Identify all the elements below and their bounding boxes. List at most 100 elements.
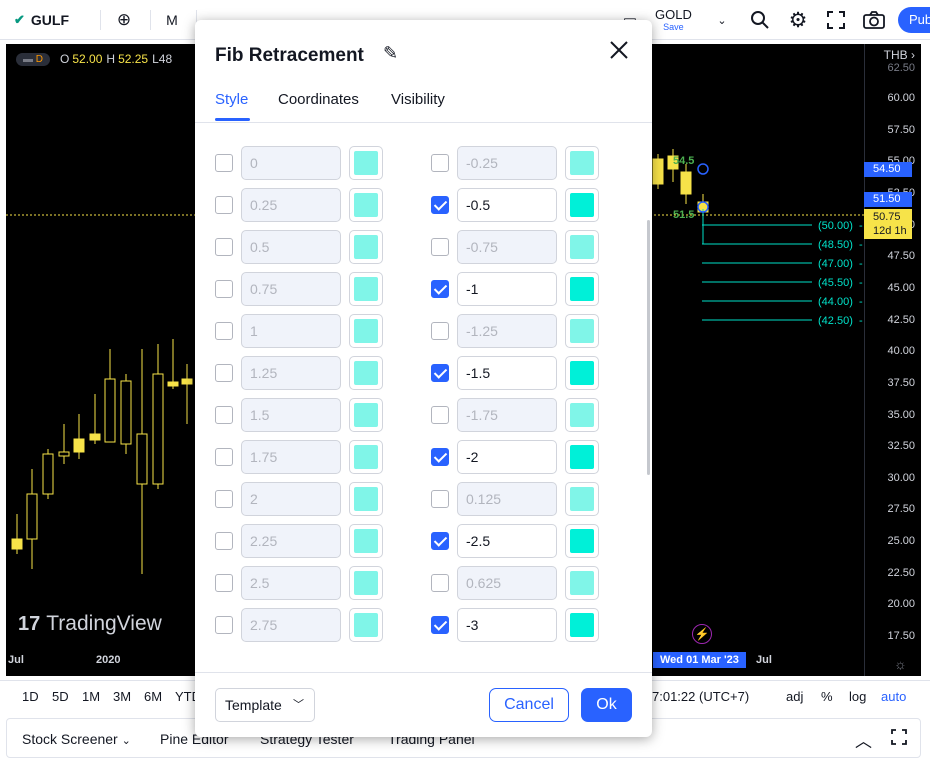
tab-style[interactable]: Style [215, 91, 248, 108]
level-color-swatch[interactable] [349, 482, 383, 516]
level-checkbox[interactable] [431, 448, 449, 466]
level-checkbox[interactable] [431, 532, 449, 550]
level-value-input[interactable]: -2 [457, 440, 557, 474]
level-checkbox[interactable] [431, 238, 449, 256]
level-value-input[interactable]: 1 [241, 314, 341, 348]
level-color-swatch[interactable] [565, 524, 599, 558]
level-checkbox[interactable] [215, 406, 233, 424]
level-value-input[interactable]: -1.25 [457, 314, 557, 348]
level-value-input[interactable]: 0.125 [457, 482, 557, 516]
layout-name-button[interactable]: GOLD Save [655, 0, 692, 40]
level-color-swatch[interactable] [565, 356, 599, 390]
level-checkbox[interactable] [215, 364, 233, 382]
publish-button[interactable]: Pub [898, 7, 930, 33]
level-color-swatch[interactable] [565, 440, 599, 474]
level-checkbox[interactable] [431, 490, 449, 508]
level-value-input[interactable]: 0.625 [457, 566, 557, 600]
close-icon[interactable] [607, 40, 631, 64]
level-value-input[interactable]: 0.25 [241, 188, 341, 222]
level-value-input[interactable]: -0.75 [457, 230, 557, 264]
lightning-icon[interactable]: ⚡ [692, 624, 712, 644]
gear-icon[interactable]: ⚙ [786, 0, 810, 40]
pencil-icon[interactable]: ✎ [383, 43, 398, 64]
level-color-swatch[interactable] [349, 272, 383, 306]
level-color-swatch[interactable] [349, 314, 383, 348]
level-checkbox[interactable] [431, 574, 449, 592]
level-color-swatch[interactable] [349, 608, 383, 642]
clock-timezone[interactable]: 7:01:22 (UTC+7) [652, 689, 749, 704]
maximize-icon[interactable] [891, 729, 907, 748]
level-value-input[interactable]: 2.75 [241, 608, 341, 642]
level-color-swatch[interactable] [349, 188, 383, 222]
template-dropdown[interactable]: Template ﹀ [215, 688, 315, 722]
level-value-input[interactable]: 1.75 [241, 440, 341, 474]
adj-toggle[interactable]: adj [786, 689, 803, 704]
cancel-button[interactable]: Cancel [489, 688, 569, 722]
auto-toggle[interactable]: auto [881, 689, 906, 704]
level-checkbox[interactable] [215, 322, 233, 340]
level-value-input[interactable]: 1.25 [241, 356, 341, 390]
level-color-swatch[interactable] [349, 146, 383, 180]
level-color-swatch[interactable] [565, 566, 599, 600]
level-value-input[interactable]: 0 [241, 146, 341, 180]
scrollbar[interactable] [647, 220, 650, 475]
level-checkbox[interactable] [215, 280, 233, 298]
camera-icon[interactable] [862, 0, 886, 40]
level-checkbox[interactable] [215, 574, 233, 592]
interval-button[interactable]: M [162, 0, 182, 40]
level-checkbox[interactable] [431, 616, 449, 634]
tab-stock-screener[interactable]: Stock Screener ⌄ [22, 731, 131, 747]
ok-button[interactable]: Ok [581, 688, 632, 722]
range-3m[interactable]: 3M [113, 689, 131, 704]
level-color-swatch[interactable] [349, 230, 383, 264]
log-toggle[interactable]: log [849, 689, 866, 704]
level-checkbox[interactable] [431, 322, 449, 340]
level-color-swatch[interactable] [349, 440, 383, 474]
level-value-input[interactable]: -1 [457, 272, 557, 306]
level-color-swatch[interactable] [349, 356, 383, 390]
level-value-input[interactable]: 1.5 [241, 398, 341, 432]
level-color-swatch[interactable] [349, 398, 383, 432]
legend-badge[interactable]: ▬ D [16, 52, 51, 66]
level-color-swatch[interactable] [349, 524, 383, 558]
range-1m[interactable]: 1M [82, 689, 100, 704]
level-color-swatch[interactable] [565, 146, 599, 180]
symbol-search[interactable]: ✔ GULF [14, 0, 69, 40]
sun-icon[interactable]: ☼ [894, 656, 907, 672]
level-value-input[interactable]: -3 [457, 608, 557, 642]
level-value-input[interactable]: -0.25 [457, 146, 557, 180]
level-color-swatch[interactable] [565, 188, 599, 222]
level-checkbox[interactable] [431, 196, 449, 214]
currency-selector[interactable]: THB › [884, 48, 915, 62]
level-checkbox[interactable] [215, 490, 233, 508]
level-value-input[interactable]: 2.5 [241, 566, 341, 600]
level-checkbox[interactable] [431, 280, 449, 298]
level-color-swatch[interactable] [565, 272, 599, 306]
level-checkbox[interactable] [215, 196, 233, 214]
search-icon[interactable] [748, 0, 772, 40]
level-checkbox[interactable] [215, 616, 233, 634]
level-checkbox[interactable] [215, 532, 233, 550]
fullscreen-icon[interactable] [824, 0, 848, 40]
level-color-swatch[interactable] [565, 314, 599, 348]
level-value-input[interactable]: -2.5 [457, 524, 557, 558]
level-color-swatch[interactable] [565, 608, 599, 642]
level-color-swatch[interactable] [565, 482, 599, 516]
level-value-input[interactable]: 0.5 [241, 230, 341, 264]
level-checkbox[interactable] [431, 154, 449, 172]
add-symbol-icon[interactable]: ⊕ [112, 0, 136, 40]
level-color-swatch[interactable] [565, 398, 599, 432]
level-checkbox[interactable] [215, 238, 233, 256]
chevron-down-icon[interactable]: ⌄ [714, 0, 730, 40]
level-value-input[interactable]: 2.25 [241, 524, 341, 558]
range-1d[interactable]: 1D [22, 689, 39, 704]
tab-visibility[interactable]: Visibility [391, 91, 445, 108]
level-checkbox[interactable] [431, 364, 449, 382]
price-scale[interactable]: THB › 62.50 60.0057.5055.0052.5050.0047.… [864, 44, 921, 676]
range-6m[interactable]: 6M [144, 689, 162, 704]
level-checkbox[interactable] [431, 406, 449, 424]
level-checkbox[interactable] [215, 154, 233, 172]
range-5d[interactable]: 5D [52, 689, 69, 704]
level-value-input[interactable]: -1.5 [457, 356, 557, 390]
level-value-input[interactable]: 2 [241, 482, 341, 516]
